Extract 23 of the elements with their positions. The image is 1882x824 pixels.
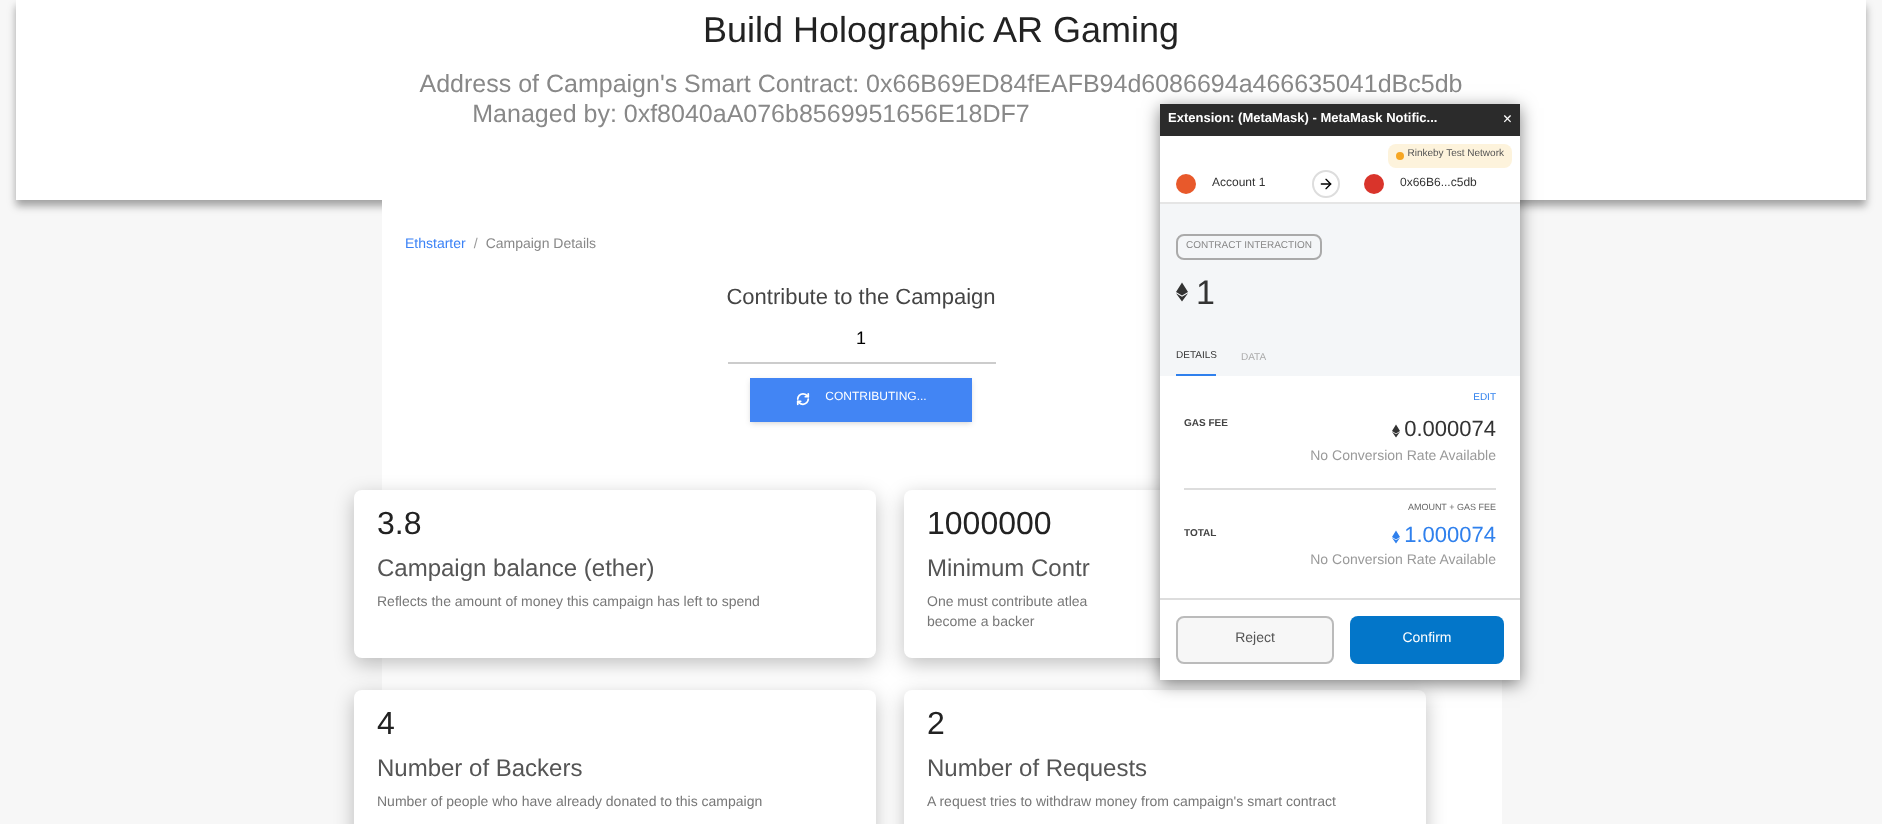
total-value: 1.000074 <box>1404 521 1496 552</box>
gas-fee-value: 0.000074 <box>1404 416 1496 446</box>
contribute-heading: Contribute to the Campaign <box>726 283 996 313</box>
ethereum-icon <box>1176 282 1188 303</box>
stat-value: 4 <box>377 705 395 745</box>
manager-address: Managed by: 0xf8040aA076b8569951656E18DF7 <box>472 100 1030 132</box>
refresh-icon <box>795 392 810 406</box>
contract-address: Address of Campaign's Smart Contract: 0x66B69ED84fEAFB94d6086694a466635041dBc5db <box>419 69 1463 101</box>
amount-field[interactable]: 1 <box>727 318 995 363</box>
stat-value: 2 <box>927 705 945 745</box>
account-avatar <box>1176 174 1196 194</box>
stat-title: Minimum Contr <box>927 551 1090 585</box>
stat-title: Number of Requests <box>927 751 1148 785</box>
stat-value: 1000000 <box>927 505 1052 545</box>
campaign-title: Build Holographic AR Gaming <box>702 8 1180 53</box>
ethereum-icon <box>1392 423 1401 438</box>
amount-value: 1 <box>1196 271 1215 315</box>
close-button[interactable]: × <box>1502 112 1512 128</box>
stat-title: Campaign balance (ether) <box>377 551 655 585</box>
contract-avatar <box>1364 174 1384 194</box>
stat-value: 3.8 <box>377 505 422 545</box>
stat-title: Number of Backers <box>377 751 583 785</box>
ethereum-icon <box>1392 529 1401 543</box>
